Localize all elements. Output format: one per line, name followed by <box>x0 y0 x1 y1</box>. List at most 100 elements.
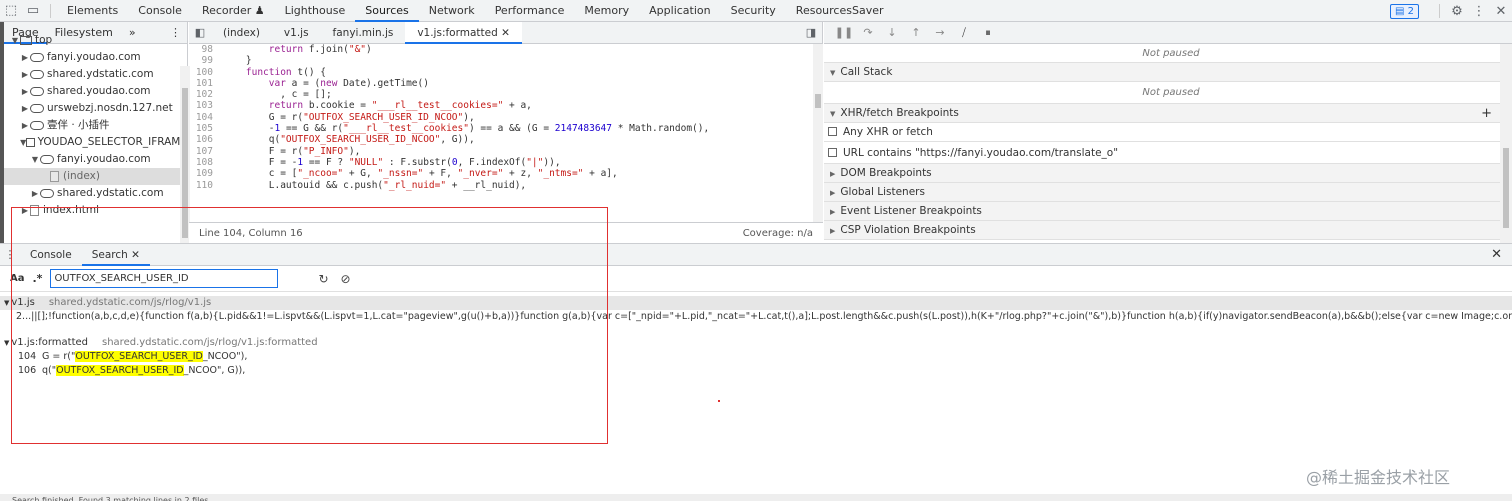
checkbox[interactable] <box>828 127 837 136</box>
code-line[interactable]: 107 F = r("P_INFO"), <box>189 146 814 157</box>
line-number[interactable]: 98 <box>189 44 223 55</box>
inspect-element-icon[interactable]: ⬚ <box>0 0 22 22</box>
line-number[interactable]: 100 <box>189 67 223 78</box>
tab-v1js[interactable]: v1.js <box>272 22 321 44</box>
tab-v1js-formatted[interactable]: v1.js:formatted ✕ <box>405 21 522 44</box>
dom-breakpoints-header[interactable]: ▶ DOM Breakpoints <box>824 164 1512 183</box>
tree-item[interactable]: ▶ fanyi.youdao.com <box>4 49 187 66</box>
code-line[interactable]: 106 q("OUTFOX_SEARCH_USER_ID_NCOO", G)), <box>189 134 814 145</box>
tab-memory[interactable]: Memory <box>574 0 639 22</box>
result-line[interactable]: 2 ...||[];!function(a,b,c,d,e){function f… <box>0 310 1512 324</box>
chevron-right-icon[interactable]: ▶ <box>20 100 30 117</box>
line-number[interactable]: 109 <box>189 168 223 179</box>
chevron-right-icon[interactable]: ▶ <box>30 185 40 202</box>
tree-item[interactable]: ▶ urswebzj.nosdn.127.net <box>4 100 187 117</box>
global-listeners-header[interactable]: ▶ Global Listeners <box>824 183 1512 202</box>
issues-badge[interactable]: ▤ 2 <box>1389 3 1419 19</box>
tab-lighthouse[interactable]: Lighthouse <box>275 0 356 22</box>
step-icon[interactable]: → <box>928 26 952 39</box>
toggle-debugger-icon[interactable]: ◨ <box>800 22 822 44</box>
tree-item[interactable]: ▶ shared.ydstatic.com <box>4 185 187 202</box>
clear-icon[interactable]: ⊘ <box>341 272 351 286</box>
more-menu-icon[interactable]: ⋮ <box>170 26 181 39</box>
code-line[interactable]: 109 c = ["_ncoo=" + G, "_nssn=" + F, "_n… <box>189 168 814 179</box>
tab-index[interactable]: (index) <box>211 22 272 44</box>
line-number[interactable]: 103 <box>189 100 223 111</box>
code-line[interactable]: 103 return b.cookie = "___rl__test__cook… <box>189 100 814 111</box>
code-line[interactable]: 100 function t() { <box>189 67 814 78</box>
tab-network[interactable]: Network <box>419 0 485 22</box>
result-line[interactable]: 104 G = r("OUTFOX_SEARCH_USER_ID_NCOO"), <box>0 350 1512 364</box>
code-line[interactable]: 105 -1 == G && r("___rl__test__cookies")… <box>189 123 814 134</box>
call-stack-header[interactable]: ▼ Call Stack <box>824 63 1512 82</box>
code-line[interactable]: 98 return f.join("&") <box>189 44 814 55</box>
pause-on-exceptions-icon[interactable]: ⏸ <box>976 26 1000 40</box>
tab-fanyi-min-js[interactable]: fanyi.min.js <box>321 22 406 44</box>
coverage-status[interactable]: Coverage: n/a <box>743 228 813 239</box>
line-number[interactable]: 102 <box>189 89 223 100</box>
code-line[interactable]: 99 } <box>189 55 814 66</box>
chevron-right-icon[interactable]: ▶ <box>20 83 30 100</box>
close-icon[interactable]: ✕ <box>501 27 510 39</box>
tab-sources[interactable]: Sources <box>355 0 419 22</box>
match-case-toggle[interactable]: Aa <box>10 273 25 284</box>
close-drawer-icon[interactable]: ✕ <box>1491 247 1502 262</box>
code-line[interactable]: 110 L.autouid && c.push("_rl_nuid=" + __… <box>189 180 814 191</box>
step-over-icon[interactable]: ↷ <box>856 26 880 39</box>
checkbox[interactable] <box>828 148 837 157</box>
tab-security[interactable]: Security <box>721 0 786 22</box>
add-icon[interactable]: + <box>1481 104 1492 123</box>
tab-drawer-search[interactable]: Search ✕ <box>81 244 150 266</box>
line-number[interactable]: 110 <box>189 180 223 191</box>
tab-recorder[interactable]: Recorder ♟ <box>192 0 275 22</box>
tab-application[interactable]: Application <box>639 0 720 22</box>
code-line[interactable]: 104 G = r("OUTFOX_SEARCH_USER_ID_NCOO"), <box>189 112 814 123</box>
tab-console[interactable]: Console <box>128 0 192 22</box>
step-out-icon[interactable]: ↑ <box>904 26 928 39</box>
pause-icon[interactable]: ❚❚ <box>832 26 856 39</box>
line-number[interactable]: 104 <box>189 112 223 123</box>
scrollbar[interactable] <box>813 44 823 228</box>
code-line[interactable]: 101 var a = (new Date).getTime() <box>189 78 814 89</box>
xhr-breakpoints-header[interactable]: ▼ XHR/fetch Breakpoints + <box>824 104 1512 123</box>
scrollbar[interactable] <box>1500 44 1512 243</box>
code-line[interactable]: 108 F = -1 == F ? "NULL" : F.substr(0, F… <box>189 157 814 168</box>
result-line[interactable]: 106 q("OUTFOX_SEARCH_USER_ID_NCOO", G)), <box>0 364 1512 378</box>
chevron-right-icon[interactable]: ▶ <box>20 66 30 83</box>
line-number[interactable]: 107 <box>189 146 223 157</box>
device-toolbar-icon[interactable]: ▭ <box>22 0 44 22</box>
tab-filesystem[interactable]: Filesystem <box>47 22 121 44</box>
search-input[interactable] <box>50 269 279 288</box>
tree-item[interactable]: ▶ shared.ydstatic.com <box>4 66 187 83</box>
more-tabs-icon[interactable]: » <box>121 22 144 44</box>
regex-toggle[interactable]: .* <box>33 272 43 285</box>
code-lines[interactable]: 98 return f.join("&") 99 } 100 function t(… <box>189 44 814 228</box>
close-icon[interactable]: ✕ <box>1490 0 1512 22</box>
tree-item[interactable]: (index) <box>4 168 187 185</box>
tree-item[interactable]: ▼ fanyi.youdao.com <box>4 151 187 168</box>
tab-elements[interactable]: Elements <box>57 0 128 22</box>
line-number[interactable]: 105 <box>189 123 223 134</box>
csp-breakpoints-header[interactable]: ▶ CSP Violation Breakpoints <box>824 221 1512 240</box>
any-xhr-row[interactable]: Any XHR or fetch <box>824 123 1512 142</box>
tree-item[interactable]: ▶ index.html <box>4 202 187 219</box>
line-number[interactable]: 108 <box>189 157 223 168</box>
chevron-right-icon[interactable]: ▶ <box>20 49 30 66</box>
chevron-right-icon[interactable]: ▶ <box>20 117 30 134</box>
line-number[interactable]: 106 <box>189 134 223 145</box>
result-file-header[interactable]: ▼ v1.js:formatted shared.ydstatic.com/js/r… <box>0 336 1512 350</box>
tree-item[interactable]: ▶ shared.youdao.com <box>4 83 187 100</box>
url-contains-row[interactable]: URL contains "https://fanyi.youdao.com/t… <box>824 142 1512 164</box>
drawer-menu-icon[interactable]: ⋮ <box>0 248 20 261</box>
tab-drawer-console[interactable]: Console <box>20 244 82 266</box>
chevron-down-icon[interactable]: ▼ <box>10 32 20 49</box>
deactivate-breakpoints-icon[interactable]: ⧸ <box>952 26 976 40</box>
refresh-icon[interactable]: ↻ <box>318 272 328 286</box>
gear-icon[interactable]: ⚙ <box>1446 0 1468 22</box>
line-number[interactable]: 99 <box>189 55 223 66</box>
tree-item[interactable]: ▼ YOUDAO_SELECTOR_IFRAME <box>4 134 187 151</box>
chevron-right-icon[interactable]: ▶ <box>20 202 30 219</box>
result-file-header[interactable]: ▼ v1.js shared.ydstatic.com/js/rlog/v1.js <box>0 296 1512 310</box>
tab-performance[interactable]: Performance <box>485 0 575 22</box>
code-line[interactable]: 102 , c = []; <box>189 89 814 100</box>
